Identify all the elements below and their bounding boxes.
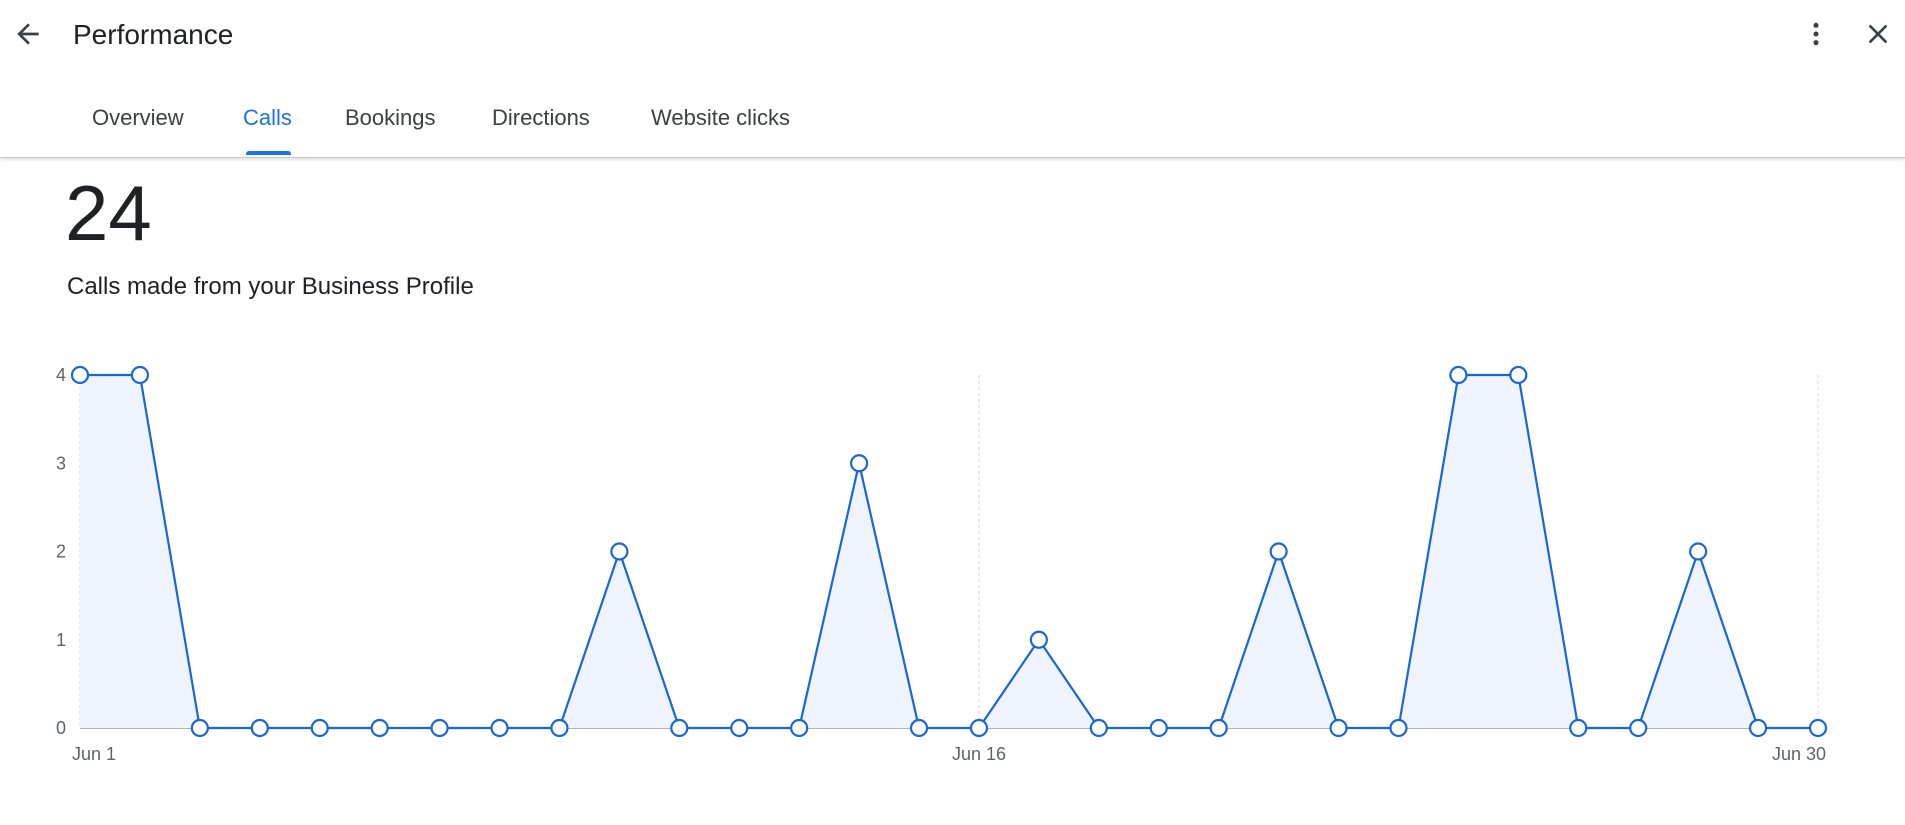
data-point bbox=[1748, 718, 1768, 738]
data-point bbox=[310, 718, 329, 738]
data-point bbox=[610, 542, 629, 561]
data-point bbox=[969, 718, 989, 738]
data-point bbox=[70, 365, 90, 385]
x-tick-label: Jun 16 bbox=[952, 744, 1006, 764]
x-tick-label: Jun 1 bbox=[72, 744, 116, 764]
data-point bbox=[370, 718, 389, 738]
data-point bbox=[1329, 718, 1348, 738]
data-point bbox=[730, 718, 749, 738]
data-point bbox=[1629, 718, 1648, 738]
y-tick-label: 4 bbox=[56, 365, 66, 385]
data-point bbox=[1209, 718, 1228, 738]
data-point bbox=[1089, 718, 1108, 738]
data-point bbox=[1569, 718, 1588, 738]
y-tick-label: 1 bbox=[56, 630, 66, 650]
data-point bbox=[490, 718, 509, 738]
y-tick-label: 3 bbox=[56, 453, 66, 473]
data-point bbox=[550, 718, 569, 738]
data-point bbox=[1509, 365, 1528, 385]
y-tick-label: 0 bbox=[56, 718, 66, 738]
x-tick-label: Jun 30 bbox=[1772, 744, 1826, 764]
data-point bbox=[1389, 718, 1408, 738]
data-point bbox=[250, 718, 269, 738]
data-point bbox=[1449, 365, 1468, 385]
data-point bbox=[190, 718, 209, 738]
data-point bbox=[850, 454, 869, 473]
data-point bbox=[130, 365, 150, 385]
data-point bbox=[1149, 718, 1168, 738]
data-point bbox=[1808, 718, 1828, 738]
data-point bbox=[670, 718, 689, 738]
data-point bbox=[909, 718, 929, 738]
data-point bbox=[1689, 542, 1708, 561]
y-tick-label: 2 bbox=[56, 542, 66, 562]
data-point bbox=[790, 718, 809, 738]
data-point bbox=[430, 718, 449, 738]
data-point bbox=[1269, 542, 1288, 561]
calls-chart: 0 1 2 3 4 Jun 1 Jun 16 Jun 30 bbox=[56, 365, 1828, 764]
data-point bbox=[1029, 630, 1048, 649]
performance-panel: Performance Overview Calls Bookings Dire… bbox=[0, 0, 1905, 825]
area-fill bbox=[80, 375, 1818, 728]
